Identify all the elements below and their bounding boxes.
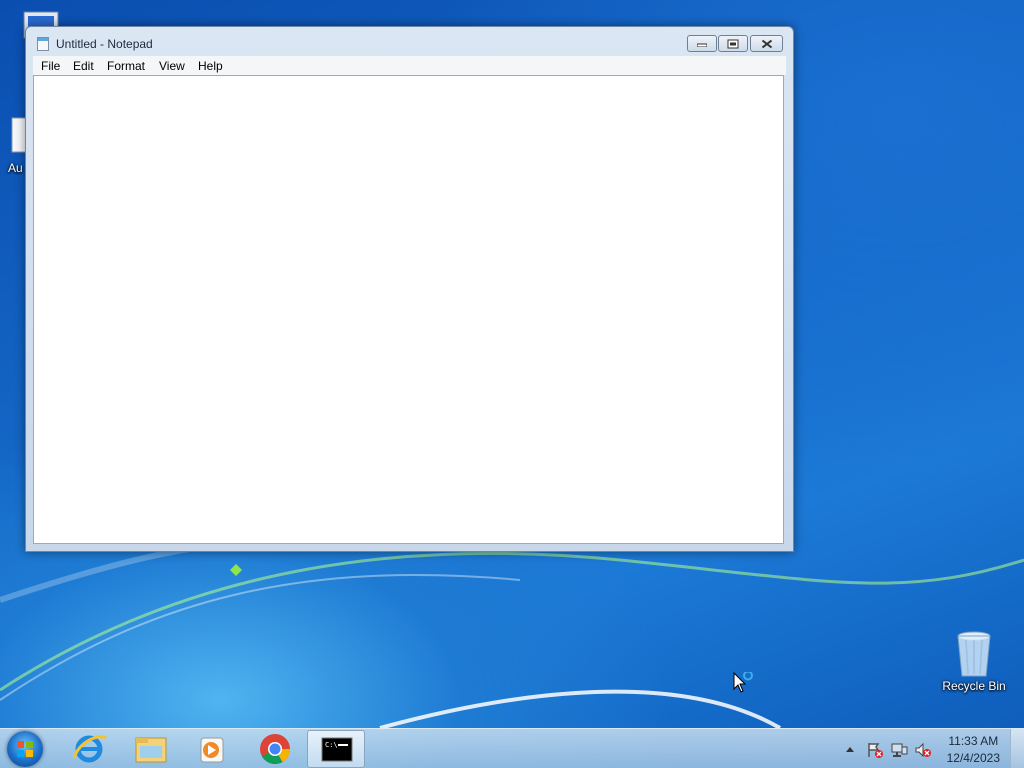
taskbar-file-explorer[interactable]	[122, 730, 180, 768]
maximize-button[interactable]	[718, 35, 748, 52]
taskbar-command-prompt[interactable]: C:\	[307, 730, 365, 768]
menu-view[interactable]: View	[159, 59, 185, 73]
close-button[interactable]	[750, 35, 783, 52]
action-center-flag-icon[interactable]	[866, 741, 884, 759]
start-button[interactable]	[7, 731, 43, 767]
text-editor-area[interactable]	[33, 75, 784, 544]
volume-muted-icon[interactable]	[914, 741, 932, 759]
command-prompt-icon: C:\	[321, 737, 353, 762]
media-player-icon	[200, 737, 224, 763]
close-icon	[761, 39, 772, 48]
taskbar-media-player[interactable]	[184, 730, 242, 768]
window-title: Untitled - Notepad	[56, 37, 153, 51]
taskbar-chrome[interactable]	[246, 730, 304, 768]
minimize-button[interactable]	[687, 35, 717, 52]
clock-date: 12/4/2023	[946, 751, 1000, 765]
desktop-icon-recycle-bin[interactable]: Recycle Bin	[942, 630, 1006, 693]
network-icon[interactable]	[890, 741, 908, 759]
windows-logo-icon	[17, 741, 33, 757]
minimize-icon	[697, 43, 707, 47]
restore-icon	[727, 39, 739, 48]
show-hidden-icons-icon[interactable]	[845, 745, 855, 753]
taskbar-clock[interactable]: 11:33 AM 12/4/2023	[947, 733, 1000, 767]
menu-bar: File Edit Format View Help	[33, 56, 786, 75]
taskbar: C:\ 11:33 AM 12/4/2023	[0, 728, 1024, 768]
system-tray	[840, 729, 960, 768]
show-desktop-button[interactable]	[1010, 729, 1024, 768]
menu-help[interactable]: Help	[198, 59, 223, 73]
busy-cursor-icon	[733, 672, 753, 693]
taskbar-internet-explorer[interactable]	[60, 730, 118, 768]
recycle-bin-icon	[957, 631, 991, 677]
svg-text:C:\: C:\	[325, 741, 338, 749]
title-bar[interactable]: Untitled - Notepad	[26, 27, 793, 57]
menu-edit[interactable]: Edit	[73, 59, 94, 73]
notepad-window[interactable]: Untitled - Notepad File Edit Format View…	[25, 26, 794, 552]
notepad-icon	[37, 37, 49, 51]
file-explorer-icon	[135, 737, 167, 763]
menu-format[interactable]: Format	[107, 59, 145, 73]
clock-time: 11:33 AM	[948, 734, 999, 748]
internet-explorer-icon	[72, 735, 107, 763]
chrome-icon	[260, 734, 290, 765]
desktop-icon-label: Recycle Bin	[942, 679, 1006, 693]
menu-file[interactable]: File	[41, 59, 60, 73]
